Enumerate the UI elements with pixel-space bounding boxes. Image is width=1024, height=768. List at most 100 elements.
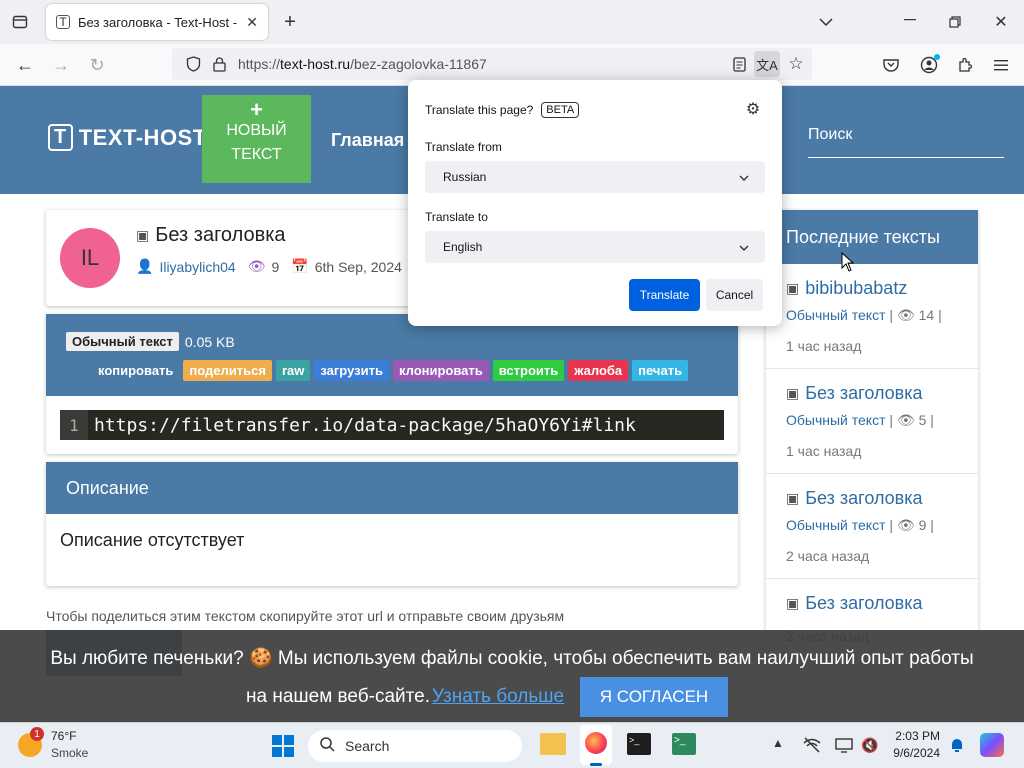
plus-icon: + xyxy=(250,97,263,122)
back-icon[interactable]: ← xyxy=(14,54,36,76)
post-title: Без заголовка xyxy=(155,224,286,246)
recent-text-item: ▣ bibibubabatz Обычный текст | 👁 14 | 1 час… xyxy=(766,264,978,369)
copilot-icon[interactable] xyxy=(980,733,1004,757)
agree-button[interactable]: Я СОГЛАСЕН xyxy=(580,677,728,717)
notification-bell-icon[interactable] xyxy=(948,735,966,755)
action-button[interactable]: встроить xyxy=(492,360,565,381)
url-host: text-host.ru xyxy=(280,56,351,72)
from-language-select[interactable]: Russian xyxy=(425,161,765,193)
post-header-card: IL ▣ Без заголовка 👤 Iliyabylich04 👁 9 📅… xyxy=(46,210,416,306)
recent-text-title[interactable]: bibibubabatz xyxy=(805,278,907,299)
windows-start-icon[interactable] xyxy=(272,735,294,762)
terminal-icon[interactable]: >_ xyxy=(672,733,696,755)
pocket-icon[interactable] xyxy=(880,54,902,76)
description-card: Описание Описание отсутствует xyxy=(46,462,738,586)
code-line[interactable]: https://filetransfer.io/data-package/5ha… xyxy=(88,415,636,436)
chevron-down-icon xyxy=(739,170,749,184)
separator: | xyxy=(938,307,942,323)
firefox-taskbar-active[interactable] xyxy=(580,725,612,766)
lock-icon[interactable] xyxy=(210,55,228,73)
recent-text-item: ▣ Без заголовка Обычный текст | 👁 9 | 2 час… xyxy=(766,474,978,579)
new-text-button[interactable]: + НОВЫЙ ТЕКСТ xyxy=(202,95,311,183)
action-button[interactable]: клонировать xyxy=(392,360,489,381)
tab-overview-icon[interactable] xyxy=(10,12,30,32)
learn-more-link[interactable]: Узнать больше xyxy=(432,686,564,708)
action-button[interactable]: raw xyxy=(275,360,311,381)
description-text: Описание отсутствует xyxy=(60,530,245,550)
url-bar[interactable]: https://text-host.ru/bez-zagolovka-11867… xyxy=(172,48,812,80)
menu-icon[interactable] xyxy=(990,54,1012,76)
action-button[interactable]: жалоба xyxy=(568,360,629,381)
description-heading: Описание xyxy=(46,462,738,514)
post-author[interactable]: Iliyabylich04 xyxy=(159,259,235,275)
code-block[interactable]: 1 https://filetransfer.io/data-package/5… xyxy=(60,410,724,440)
tab-title: Без заголовка - Text-Host - тек xyxy=(78,14,238,30)
nav-home-link[interactable]: Главная xyxy=(331,130,404,151)
cancel-button[interactable]: Cancel xyxy=(706,279,763,311)
bookmark-star-icon[interactable]: ☆ xyxy=(786,54,806,74)
recent-text-title[interactable]: Без заголовка xyxy=(805,488,922,509)
restore-icon[interactable] xyxy=(945,12,965,32)
eye-icon: 👁 xyxy=(896,307,915,323)
url-prefix: https:// xyxy=(238,56,281,72)
translate-icon[interactable]: 文A xyxy=(754,51,780,77)
action-buttons: копировать поделиться raw загрузить клониров… xyxy=(92,360,689,381)
forward-icon[interactable]: → xyxy=(50,54,72,76)
extensions-icon[interactable] xyxy=(954,54,976,76)
display-icon[interactable] xyxy=(834,735,854,755)
account-icon[interactable] xyxy=(918,54,940,76)
search-input[interactable]: Поиск xyxy=(808,116,1004,158)
logo-text: TEXT-HOST xyxy=(78,124,207,150)
action-button[interactable]: копировать xyxy=(92,360,180,381)
action-button[interactable]: поделиться xyxy=(183,360,272,381)
type-badge: Обычный текст xyxy=(66,332,179,351)
reload-icon[interactable]: ↻ xyxy=(86,54,108,76)
network-icon[interactable] xyxy=(802,735,822,755)
list-tabs-icon[interactable] xyxy=(816,12,836,32)
action-button[interactable]: загрузить xyxy=(314,360,389,381)
search-icon xyxy=(320,737,335,755)
post-date: 6th Sep, 2024 xyxy=(314,258,402,275)
new-tab-icon[interactable]: + xyxy=(280,11,300,33)
recent-text-type[interactable]: Обычный текст xyxy=(786,307,886,323)
new-text-line1: НОВЫЙ xyxy=(226,122,287,139)
settings-gear-icon[interactable]: ⚙ xyxy=(744,100,762,118)
site-favicon-icon: T xyxy=(56,15,70,29)
to-language-value: English xyxy=(443,240,483,254)
chevron-up-icon[interactable]: ▲ xyxy=(772,736,784,750)
clock-time[interactable]: 2:03 PM xyxy=(894,729,940,743)
file-explorer-icon[interactable] xyxy=(540,733,566,755)
cmd-icon[interactable]: >_ xyxy=(627,733,651,755)
volume-icon[interactable]: 🔇 xyxy=(860,735,880,755)
beta-badge: BETA xyxy=(541,102,580,118)
user-icon: 👤 xyxy=(136,258,154,274)
clock-date[interactable]: 9/6/2024 xyxy=(890,746,940,760)
taskbar-search[interactable]: Search xyxy=(308,730,522,762)
mouse-cursor-icon xyxy=(841,251,855,277)
avatar: IL xyxy=(60,228,120,288)
logo-t-icon: T xyxy=(48,124,73,151)
recent-text-type[interactable]: Обычный текст xyxy=(786,412,886,428)
to-language-select[interactable]: English xyxy=(425,231,765,263)
line-number: 1 xyxy=(60,410,88,440)
recent-text-type[interactable]: Обычный текст xyxy=(786,517,886,533)
active-tab[interactable]: T Без заголовка - Text-Host - тек ✕ xyxy=(46,4,268,40)
translate-button[interactable]: Translate xyxy=(629,279,700,311)
share-hint: Чтобы поделиться этим текстом скопируйте… xyxy=(46,608,565,624)
separator: | xyxy=(889,307,894,323)
cookie-text-line2: на нашем веб-сайте. xyxy=(246,686,431,707)
cookie-text-line1: Вы любите печеньки? 🍪 Мы используем файл… xyxy=(50,648,974,669)
recent-text-title[interactable]: Без заголовка xyxy=(805,383,922,404)
reader-view-icon[interactable] xyxy=(730,55,748,73)
action-button[interactable]: печать xyxy=(632,360,689,381)
recent-text-views: 9 xyxy=(918,517,927,533)
recent-text-title[interactable]: Без заголовка xyxy=(805,593,922,614)
tracking-protection-icon[interactable] xyxy=(184,55,202,73)
close-tab-icon[interactable]: ✕ xyxy=(246,14,258,31)
close-window-icon[interactable]: ✕ xyxy=(991,12,1011,32)
url-path: /bez-zagolovka-11867 xyxy=(350,56,487,72)
document-icon: ▣ xyxy=(786,385,800,401)
calendar-icon: 📅 xyxy=(291,258,309,274)
minimize-icon[interactable] xyxy=(900,10,920,30)
document-icon: ▣ xyxy=(786,490,800,506)
